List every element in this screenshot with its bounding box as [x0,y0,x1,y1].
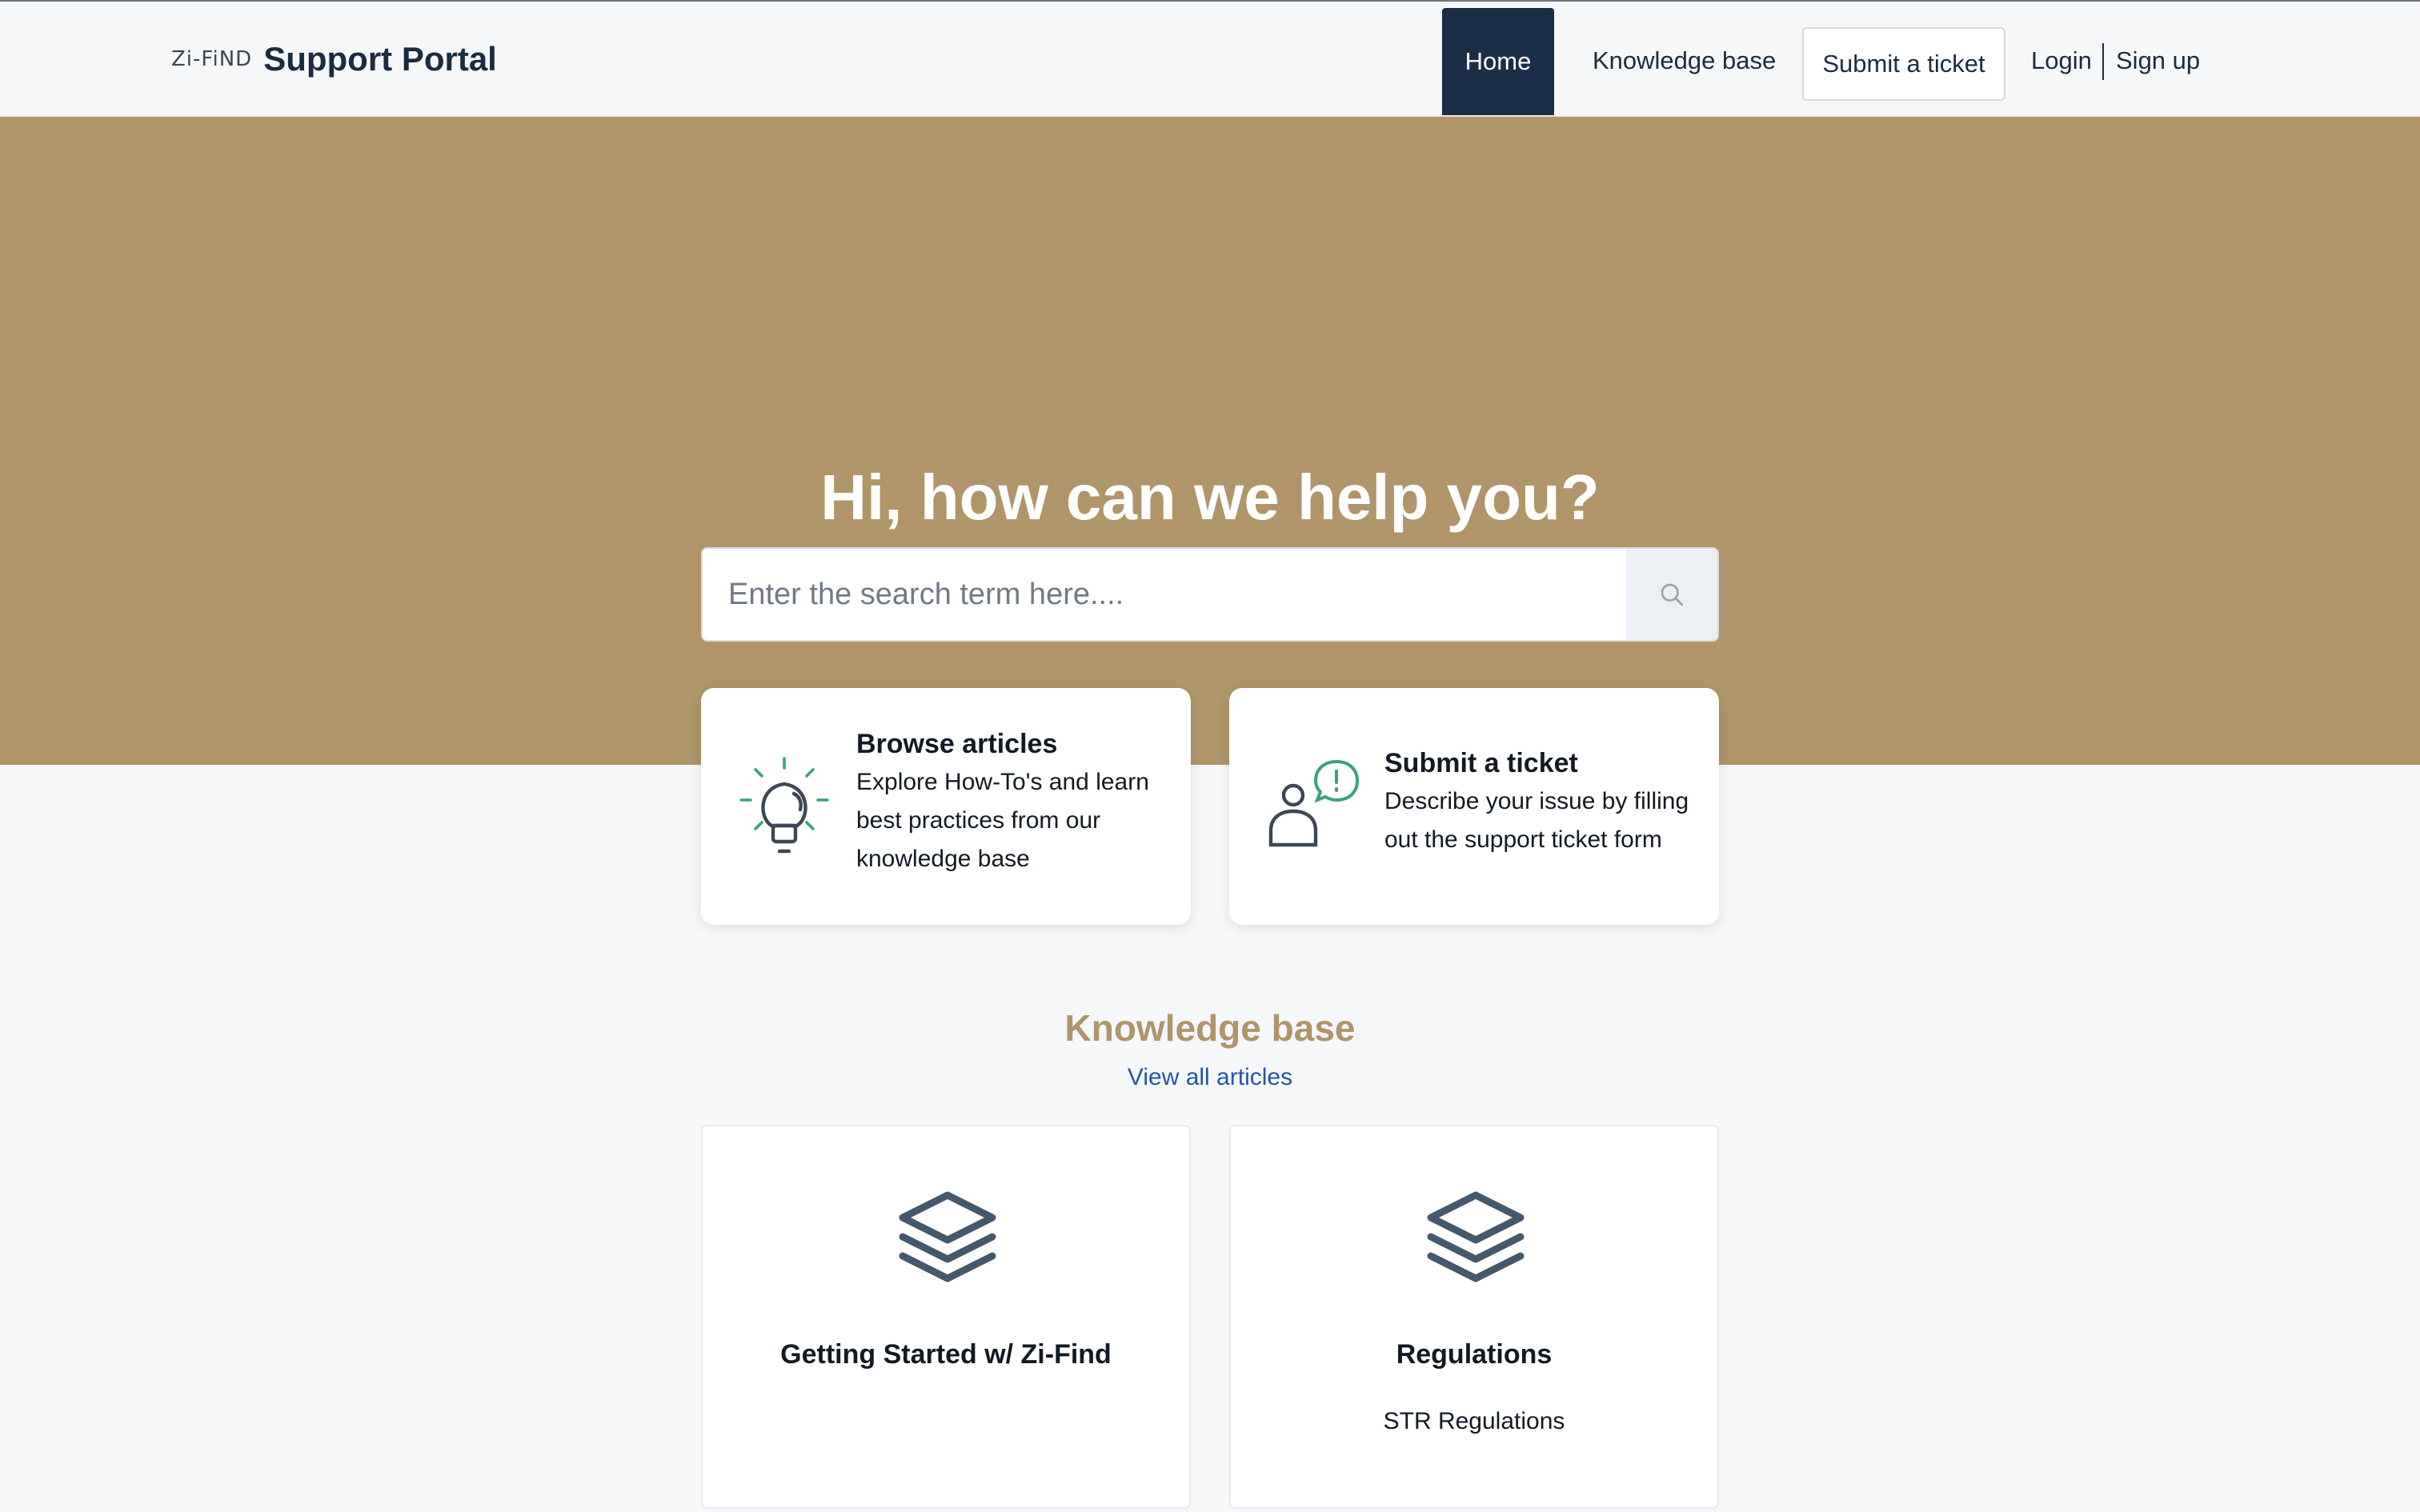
brand[interactable]: Zi-FiND Support Portal [171,40,497,78]
hero-banner: Hi, how can we help you? [0,117,2420,765]
nav-knowledge-base[interactable]: Knowledge base [1593,46,1776,75]
view-all-articles-link[interactable]: View all articles [0,1064,2420,1091]
knowledge-base-heading: Knowledge base [1064,1007,1356,1049]
kb-category-description: STR Regulations [1383,1408,1565,1434]
nav-signup[interactable]: Sign up [2116,46,2200,75]
card-description: Describe your issue by filling out the s… [1384,788,1689,853]
layers-icon [899,1191,996,1282]
nav-home[interactable]: Home [1442,8,1554,115]
company-logo[interactable]: Zi-FiND [171,47,252,71]
kb-category-card[interactable]: Getting Started w/ Zi-Find [701,1125,1191,1509]
kb-category-card[interactable]: Regulations STR Regulations [1229,1125,1719,1509]
layers-icon [1427,1191,1525,1282]
site-header: Zi-FiND Support Portal Home Knowledge ba… [0,0,2420,117]
browse-articles-card[interactable]: Browse articles Explore How-To's and lea… [701,688,1191,925]
lightbulb-icon [739,757,829,854]
search-bar [701,547,1719,642]
card-title: Submit a ticket [1384,748,1578,778]
search-icon [1661,583,1684,606]
portal-title[interactable]: Support Portal [263,40,497,78]
search-input[interactable] [703,549,1628,640]
nav-submit-ticket-button[interactable]: Submit a ticket [1802,27,2005,101]
card-title: Browse articles [856,729,1058,759]
kb-category-title: Regulations [1396,1339,1553,1370]
submit-ticket-card[interactable]: Submit a ticket Describe your issue by f… [1229,688,1719,925]
card-description: Explore How-To's and learn best practice… [856,769,1149,872]
search-button[interactable] [1626,549,1717,640]
nav-divider [2102,43,2104,80]
browse-articles-text: Browse articles Explore How-To's and lea… [856,725,1168,878]
nav-login[interactable]: Login [2031,46,2092,75]
hero-title: Hi, how can we help you? [820,462,1600,533]
kb-category-title: Getting Started w/ Zi-Find [780,1339,1112,1370]
user-alert-icon [1268,759,1360,847]
submit-ticket-text: Submit a ticket Describe your issue by f… [1384,744,1697,859]
